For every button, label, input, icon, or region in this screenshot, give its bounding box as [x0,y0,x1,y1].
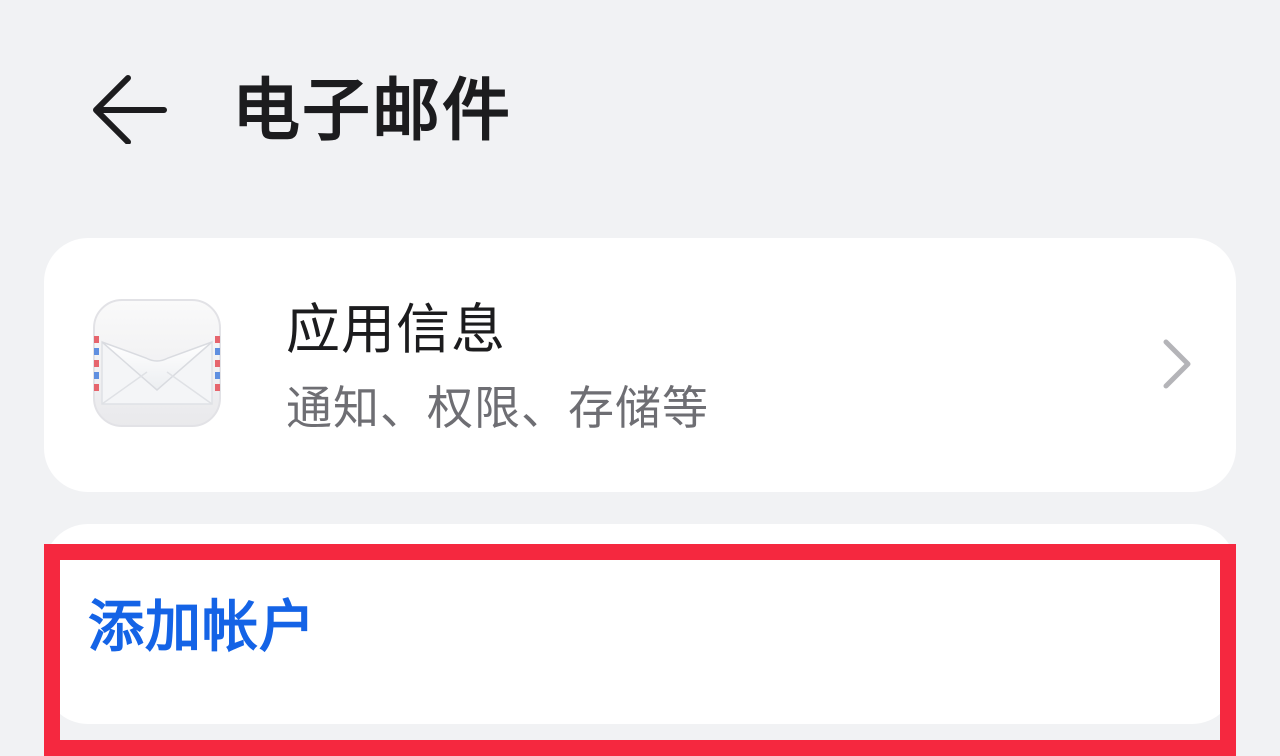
back-button[interactable] [88,72,168,145]
mail-envelope-icon [92,298,222,428]
page-title: 电子邮件 [232,72,513,151]
header: 电子邮件 [0,0,1280,220]
app-info-item[interactable]: 应用信息 通知、权限、存储等 [44,238,1236,492]
app-info-subtitle: 通知、权限、存储等 [286,381,709,435]
add-account-button[interactable]: 添加帐户 [88,592,316,664]
chevron-right-icon [1156,336,1196,392]
arrow-left-icon [93,75,167,145]
app-info-title: 应用信息 [286,298,506,361]
